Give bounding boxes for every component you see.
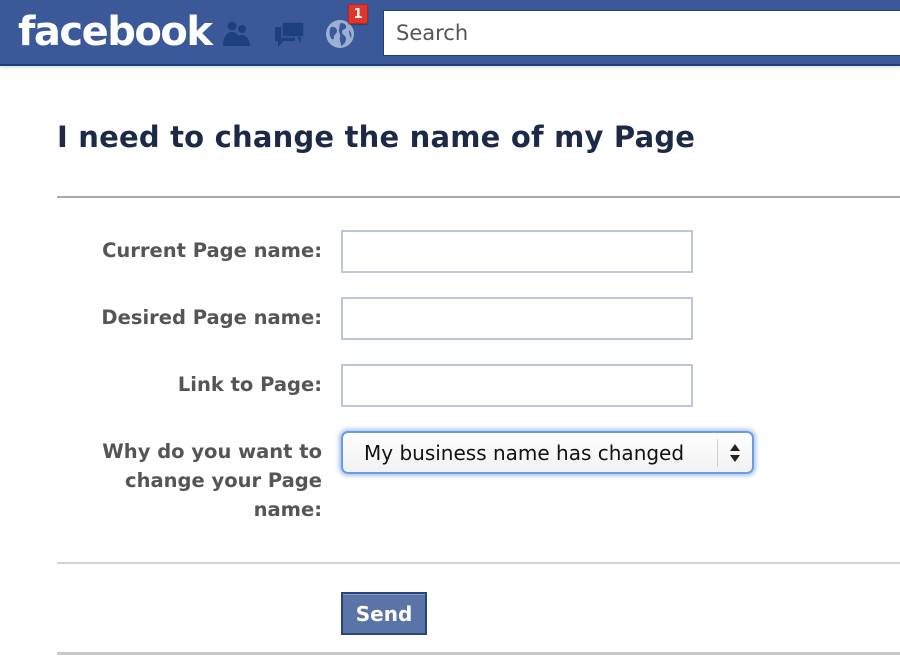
form-divider [57,562,900,564]
bottom-divider [57,652,900,655]
title-divider [57,196,900,198]
up-down-arrows-icon [718,443,752,463]
desired-page-name-label: Desired Page name: [101,306,322,329]
reason-selected-value: My business name has changed [364,440,685,465]
top-navigation-bar: facebook 1 Search [0,0,900,66]
reason-label: Why do you want to change your Page name… [102,437,322,524]
messages-icon [275,21,305,47]
friends-icon [223,21,250,46]
reason-select[interactable]: My business name has changed [341,431,754,474]
link-to-page-label: Link to Page: [177,373,322,396]
friend-requests-button[interactable] [220,18,254,50]
reason-label-line-3: name: [253,498,322,521]
link-to-page-input[interactable] [341,364,693,407]
current-page-name-input[interactable] [341,230,693,273]
facebook-logo[interactable]: facebook [18,8,213,56]
page-title: I need to change the name of my Page [57,120,696,154]
reason-label-line-1: Why do you want to [102,440,322,463]
desired-page-name-input[interactable] [341,297,693,340]
send-button[interactable]: Send [341,592,427,635]
search-input[interactable] [383,10,900,56]
reason-label-line-2: change your Page [125,469,322,492]
notification-count-badge: 1 [348,4,368,24]
messages-button[interactable] [273,18,307,50]
current-page-name-label: Current Page name: [102,239,322,262]
